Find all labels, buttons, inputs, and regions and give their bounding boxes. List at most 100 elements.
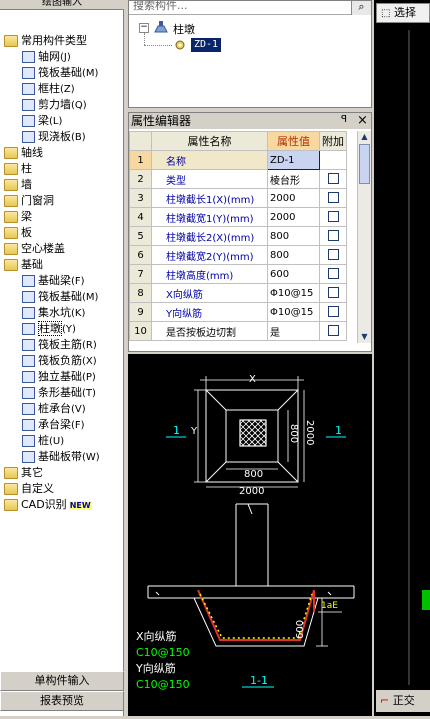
tree-item[interactable]: 柱墩(Y) <box>22 321 76 337</box>
tree-item[interactable]: 筏板基础(M) <box>22 289 98 305</box>
tree-item[interactable]: 条形基础(T) <box>22 385 96 401</box>
tab-single-component-input[interactable]: 单构件输入 <box>0 671 124 691</box>
tree-item[interactable]: 独立基础(P) <box>22 369 96 385</box>
additional-checkbox[interactable] <box>327 306 339 318</box>
property-value[interactable]: ZD-1 <box>267 150 320 170</box>
tree-item[interactable]: 现浇板(B) <box>22 129 86 145</box>
property-value[interactable]: 棱台形 <box>267 169 320 189</box>
tree-item[interactable]: 筏板主筋(R) <box>22 337 97 353</box>
additional-checkbox[interactable] <box>327 230 339 242</box>
orthogonal-toggle[interactable]: ⌐ 正交 <box>376 690 430 712</box>
tree-item[interactable]: 板 <box>4 225 32 241</box>
tree-item-label: 墙 <box>21 178 32 191</box>
tree-item[interactable]: 基础梁(F) <box>22 273 85 289</box>
tab-report-preview[interactable]: 报表预览 <box>0 691 124 711</box>
tree-item[interactable]: 桩承台(V) <box>22 401 86 417</box>
tree-item-label: 框柱 <box>38 82 60 95</box>
tree-item[interactable]: 框柱(Z) <box>22 81 75 97</box>
property-row[interactable]: 2 类型 棱台形 <box>129 169 347 189</box>
property-row[interactable]: 3 柱墩截长1(X)(mm) 2000 <box>129 188 347 208</box>
property-row[interactable]: 1 名称 ZD-1 <box>129 150 347 170</box>
tree-item[interactable]: 剪力墙(Q) <box>22 97 87 113</box>
property-row[interactable]: 10 是否按板边切割是 <box>129 321 347 341</box>
component-icon <box>22 387 35 399</box>
property-row[interactable]: 7 柱墩高度(mm) 600 <box>129 264 347 284</box>
additional-checkbox[interactable] <box>327 325 339 337</box>
property-value[interactable]: 2000 <box>267 188 320 208</box>
tree-item[interactable]: 集水坑(K) <box>22 305 85 321</box>
tree-item[interactable]: 空心楼盖 <box>4 241 65 257</box>
pier-icon <box>154 21 168 33</box>
additional-cell[interactable] <box>319 207 347 227</box>
component-icon <box>22 99 35 111</box>
tree-item[interactable]: 基础板带(W) <box>22 449 100 465</box>
property-name: X向纵筋 <box>151 283 268 303</box>
additional-cell[interactable] <box>319 264 347 284</box>
tree-item-label: 筏板主筋 <box>38 338 82 351</box>
additional-cell[interactable] <box>319 245 347 265</box>
property-value[interactable]: 800 <box>267 226 320 246</box>
folder-icon <box>4 467 18 479</box>
select-button[interactable]: ⬚ 选择 <box>376 3 430 23</box>
additional-cell[interactable] <box>319 302 347 322</box>
property-row[interactable]: 5 柱墩截长2(X)(mm) 800 <box>129 226 347 246</box>
component-icon <box>22 419 35 431</box>
tree-item[interactable]: 墙 <box>4 177 32 193</box>
additional-cell[interactable] <box>319 283 347 303</box>
tree-item[interactable]: 柱 <box>4 161 32 177</box>
property-value[interactable]: Φ10@15 <box>267 283 320 303</box>
tree-item[interactable]: CAD识别 NEW <box>4 497 92 513</box>
property-value[interactable]: 2000 <box>267 207 320 227</box>
property-row[interactable]: 4 柱墩截宽1(Y)(mm) 2000 <box>129 207 347 227</box>
additional-cell[interactable] <box>319 321 347 341</box>
tree-item[interactable]: 桩(U) <box>22 433 64 449</box>
scroll-down-icon[interactable]: ▼ <box>358 331 371 343</box>
property-value[interactable]: Φ10@15 <box>267 302 320 322</box>
tree-item[interactable]: 梁(L) <box>22 113 62 129</box>
additional-cell[interactable] <box>319 226 347 246</box>
property-row[interactable]: 8 X向纵筋 Φ10@15 <box>129 283 347 303</box>
additional-checkbox[interactable] <box>327 268 339 280</box>
pin-icon[interactable]: ꟼ <box>341 114 347 125</box>
additional-checkbox[interactable] <box>327 249 339 261</box>
tree-item[interactable]: 门窗洞 <box>4 193 54 209</box>
search-icon[interactable]: ⌕ <box>351 1 371 15</box>
additional-checkbox[interactable] <box>327 211 339 223</box>
property-value[interactable]: 800 <box>267 245 320 265</box>
tree-item[interactable]: 自定义 <box>4 481 54 497</box>
tree-item[interactable]: 常用构件类型 <box>4 33 87 49</box>
tree-item[interactable]: 轴线 <box>4 145 43 161</box>
tree-root-label[interactable]: 柱墩 <box>173 21 195 37</box>
scroll-thumb[interactable] <box>359 144 370 184</box>
tree-item-zd1[interactable]: ZD-1 <box>191 38 222 52</box>
shortcut-key: (F) <box>71 420 85 431</box>
search-input[interactable]: 搜索构件... <box>129 1 351 15</box>
drawing-canvas[interactable] <box>374 0 430 716</box>
vertical-scrollbar[interactable]: ▲ ▼ <box>357 131 371 343</box>
header-property-name: 属性名称 <box>151 131 268 151</box>
additional-checkbox[interactable] <box>327 173 339 185</box>
tree-item[interactable]: 承台梁(F) <box>22 417 85 433</box>
close-icon[interactable]: × <box>357 113 368 128</box>
property-row[interactable]: 6 柱墩截宽2(Y)(mm) 800 <box>129 245 347 265</box>
tree-item[interactable]: 梁 <box>4 209 32 225</box>
dim-y-label: Y <box>190 426 198 437</box>
scroll-up-icon[interactable]: ▲ <box>358 131 371 143</box>
tree-item[interactable]: 其它 <box>4 465 43 481</box>
additional-checkbox[interactable] <box>327 192 339 204</box>
property-editor-title: 属性编辑器 <box>129 113 371 129</box>
property-row[interactable]: 9 Y向纵筋 Φ10@15 <box>129 302 347 322</box>
tree-item[interactable]: 筏板基础(M) <box>22 65 98 81</box>
collapse-icon[interactable]: − <box>139 23 149 33</box>
additional-cell[interactable] <box>319 169 347 189</box>
property-value[interactable]: 600 <box>267 264 320 284</box>
additional-cell[interactable] <box>319 188 347 208</box>
property-value[interactable]: 是 <box>267 321 320 341</box>
tree-item[interactable]: 基础 <box>4 257 43 273</box>
tree-item[interactable]: 筏板负筋(X) <box>22 353 97 369</box>
additional-checkbox[interactable] <box>327 287 339 299</box>
additional-cell[interactable] <box>319 150 347 170</box>
tree-item[interactable]: 轴网(J) <box>22 49 71 65</box>
property-name: Y向纵筋 <box>151 302 268 322</box>
canvas-marker <box>422 590 430 610</box>
